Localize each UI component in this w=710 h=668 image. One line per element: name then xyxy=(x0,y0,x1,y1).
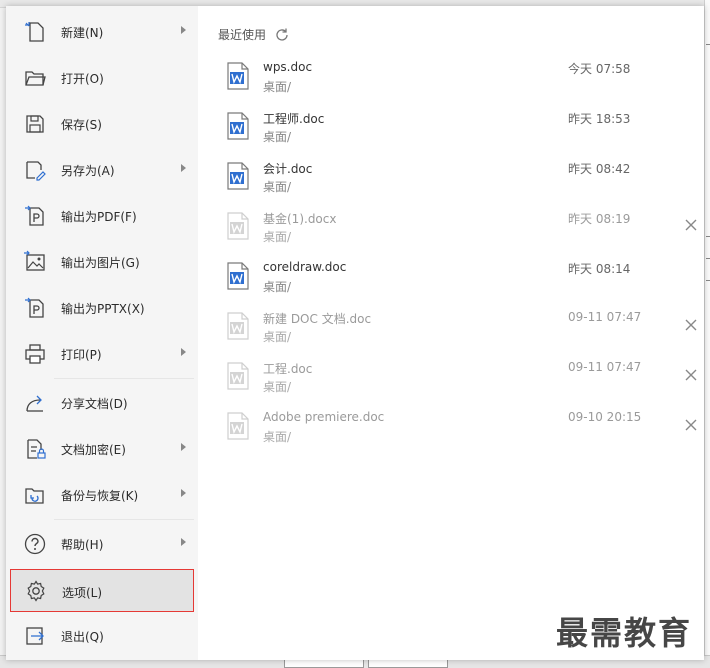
export-pptx-icon xyxy=(23,296,47,320)
menu-item-options[interactable]: 选项(L) xyxy=(10,569,194,612)
refresh-icon[interactable] xyxy=(274,27,290,43)
recent-title: 最近使用 xyxy=(218,28,267,42)
watermark: 最需教育 xyxy=(556,614,693,652)
file-path: 桌面/ xyxy=(263,430,292,444)
file-path: 桌面/ xyxy=(263,330,292,344)
file-name: 基金(1).docx xyxy=(263,212,337,226)
close-icon[interactable] xyxy=(684,218,698,232)
recent-file-row[interactable]: 新建 DOC 文档.doc 桌面/09-11 07:47 xyxy=(218,304,697,352)
file-time: 今天 07:58 xyxy=(568,62,631,76)
menu-item-export-image[interactable]: 输出为图片(G) xyxy=(10,242,194,282)
file-path: 桌面/ xyxy=(263,230,292,244)
file-menu-panel: 新建(N) 打开(O) 保存(S) 另存为(A) 输出为PDF(F) 输出为图片… xyxy=(6,6,704,660)
recent-files-pane: 最近使用 wps.doc 桌面/今天 07:58 工程师.doc 桌面/昨天 18:5… xyxy=(198,6,704,660)
chevron-right-icon xyxy=(181,26,186,34)
missing-document-icon xyxy=(226,212,250,240)
recent-file-row[interactable]: 工程师.doc 桌面/昨天 18:53 xyxy=(218,104,694,152)
chevron-right-icon xyxy=(181,348,186,356)
menu-item-print[interactable]: 打印(P) xyxy=(10,334,194,374)
menu-item-open[interactable]: 打开(O) xyxy=(10,58,194,98)
file-name: coreldraw.doc xyxy=(263,260,347,274)
menu-item-new[interactable]: 新建(N) xyxy=(10,12,194,52)
export-image-icon xyxy=(23,250,47,274)
word-document-icon xyxy=(226,262,250,290)
help-icon xyxy=(23,532,47,556)
file-path: 桌面/ xyxy=(263,80,292,94)
exit-icon xyxy=(23,624,47,648)
chevron-right-icon xyxy=(181,489,186,497)
chevron-right-icon xyxy=(181,538,186,546)
recent-file-row[interactable]: 工程.doc 桌面/09-11 07:47 xyxy=(218,354,697,402)
menu-item-help[interactable]: 帮助(H) xyxy=(10,524,194,564)
file-name: 工程师.doc xyxy=(263,112,325,126)
file-path: 桌面/ xyxy=(263,380,292,394)
recent-file-row[interactable]: coreldraw.doc 桌面/昨天 08:14 xyxy=(218,254,694,302)
file-time: 昨天 08:42 xyxy=(568,162,631,176)
recent-file-row[interactable]: Adobe premiere.doc 桌面/09-10 20:15 xyxy=(218,404,697,452)
word-document-icon xyxy=(226,162,250,190)
menu-item-exit[interactable]: 退出(Q) xyxy=(10,616,194,656)
menu-item-export-pptx[interactable]: 输出为PPTX(X) xyxy=(10,288,194,328)
folder-open-icon xyxy=(23,66,47,90)
file-time: 09-11 07:47 xyxy=(568,310,642,324)
close-icon[interactable] xyxy=(684,368,698,382)
chevron-right-icon xyxy=(181,164,186,172)
file-name: wps.doc xyxy=(263,60,313,74)
file-time: 昨天 18:53 xyxy=(568,112,631,126)
file-name: Adobe premiere.doc xyxy=(263,410,385,424)
menu-item-export-pdf[interactable]: 输出为PDF(F) xyxy=(10,196,194,236)
menu-divider xyxy=(54,519,194,520)
file-name: 工程.doc xyxy=(263,362,313,376)
menu-divider xyxy=(54,378,194,379)
file-path: 桌面/ xyxy=(263,130,292,144)
file-time: 09-11 07:47 xyxy=(568,360,642,374)
missing-document-icon xyxy=(226,362,250,390)
menu-item-backup[interactable]: 备份与恢复(K) xyxy=(10,475,194,515)
file-path: 桌面/ xyxy=(263,280,292,294)
encrypt-icon xyxy=(23,437,47,461)
save-icon xyxy=(23,112,47,136)
file-menu-list: 新建(N) 打开(O) 保存(S) 另存为(A) 输出为PDF(F) 输出为图片… xyxy=(6,6,198,660)
word-document-icon xyxy=(226,112,250,140)
share-icon xyxy=(23,391,47,415)
chevron-right-icon xyxy=(181,443,186,451)
missing-document-icon xyxy=(226,312,250,340)
menu-item-share[interactable]: 分享文档(D) xyxy=(10,383,194,423)
save-as-icon xyxy=(23,158,47,182)
recent-header: 最近使用 xyxy=(218,26,290,43)
print-icon xyxy=(23,342,47,366)
backup-icon xyxy=(23,483,47,507)
export-pdf-icon xyxy=(23,204,47,228)
file-time: 昨天 08:14 xyxy=(568,262,631,276)
gear-icon xyxy=(24,579,48,603)
menu-item-save[interactable]: 保存(S) xyxy=(10,104,194,144)
menu-item-save-as[interactable]: 另存为(A) xyxy=(10,150,194,190)
new-document-icon xyxy=(23,20,47,44)
close-icon[interactable] xyxy=(684,418,698,432)
recent-file-row[interactable]: wps.doc 桌面/今天 07:58 xyxy=(218,54,694,102)
recent-file-row[interactable]: 基金(1).docx 桌面/昨天 08:19 xyxy=(218,204,697,252)
close-icon[interactable] xyxy=(684,318,698,332)
file-name: 新建 DOC 文档.doc xyxy=(263,312,372,326)
file-time: 09-10 20:15 xyxy=(568,410,642,424)
menu-item-encrypt[interactable]: 文档加密(E) xyxy=(10,429,194,469)
recent-file-row[interactable]: 会计.doc 桌面/昨天 08:42 xyxy=(218,154,694,202)
file-path: 桌面/ xyxy=(263,180,292,194)
missing-document-icon xyxy=(226,412,250,440)
file-name: 会计.doc xyxy=(263,162,313,176)
background-document-edge xyxy=(704,0,710,668)
word-document-icon xyxy=(226,62,250,90)
file-time: 昨天 08:19 xyxy=(568,212,631,226)
